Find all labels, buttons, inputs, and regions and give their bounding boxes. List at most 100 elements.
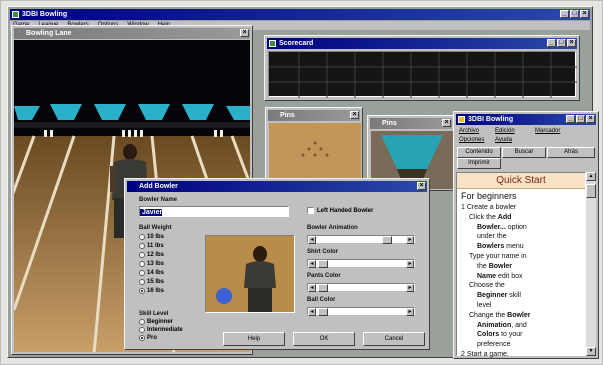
radio-button[interactable] [139, 327, 145, 333]
ball-weight-option[interactable]: 15 lbs [139, 279, 164, 285]
help-step-line: 2 Start a game. [461, 351, 509, 358]
help-contents-button[interactable]: Contenido [457, 147, 501, 158]
scorecard-title-bar[interactable]: Scorecard _ □ × [267, 38, 577, 49]
help-search-button[interactable]: Buscar [502, 147, 546, 158]
help-close-button[interactable]: × [586, 115, 595, 123]
dialog-close-button[interactable]: × [417, 182, 426, 190]
help-line-text: Type your name in [469, 253, 527, 260]
help-menu-opciones[interactable]: Opciones [459, 136, 484, 145]
minimize-button[interactable]: _ [560, 10, 569, 18]
ok-button[interactable]: OK [293, 332, 355, 346]
ball-weight-option-label: 14 lbs [147, 270, 165, 276]
ball-left-arrow[interactable]: ◂ [308, 308, 316, 316]
bowler-name-field[interactable]: Javier [139, 206, 289, 217]
ball-weight-option[interactable]: 11 lbs [139, 243, 164, 249]
scroll-down-arrow[interactable]: ▼ [586, 347, 596, 356]
skill-level-option[interactable]: Pro [139, 335, 157, 341]
scorecard-maximize-button[interactable]: □ [557, 39, 566, 47]
pants-thumb[interactable] [318, 284, 328, 292]
radio-button[interactable] [139, 234, 145, 240]
ball-weight-option[interactable]: 13 lbs [139, 261, 164, 267]
help-minimize-button[interactable]: _ [566, 115, 575, 123]
help-back-button[interactable]: Atrás [547, 147, 595, 158]
ball-weight-option[interactable]: 10 lbs [139, 234, 164, 240]
bowler-name-value: Javier [140, 209, 163, 216]
animation-left-arrow[interactable]: ◂ [308, 236, 316, 244]
shirt-thumb[interactable] [318, 260, 328, 268]
skill-level-option[interactable]: Intermediate [139, 327, 183, 333]
ball-right-arrow[interactable]: ▸ [406, 308, 414, 316]
help-line-text: preference [477, 341, 511, 349]
dialog-title-bar[interactable]: Add Bowler × [127, 181, 427, 192]
help-line-text: Change the [469, 311, 508, 319]
help-line-bold: Name [477, 272, 497, 280]
pants-left-arrow[interactable]: ◂ [308, 284, 316, 292]
pins-left-title-bar[interactable]: Pins × [268, 110, 360, 121]
ball-thumb[interactable] [318, 308, 328, 316]
help-step-line: level [477, 302, 491, 309]
lane-window-title-bar[interactable]: Bowling Lane × [14, 28, 250, 39]
close-button[interactable]: × [580, 10, 589, 18]
pins-left-close-button[interactable]: × [350, 111, 359, 119]
help-line-text: the [477, 262, 489, 270]
ball-weight-option[interactable]: 16 lbs [139, 288, 164, 294]
skill-level-option-label: Intermediate [147, 327, 183, 333]
pins-left-title: Pins [280, 112, 295, 119]
help-menu-edicion[interactable]: Edición [495, 127, 515, 136]
left-handed-checkbox[interactable]: Left Handed Bowler [307, 207, 373, 214]
scroll-up-arrow[interactable]: ▲ [586, 172, 596, 181]
radio-button[interactable] [139, 243, 145, 249]
help-print-button[interactable]: Imprimir [457, 158, 501, 169]
bowler-animation-slider[interactable]: ◂ ▸ [307, 235, 415, 244]
lane-close-button[interactable]: × [240, 29, 249, 37]
help-menu-archivo[interactable]: Archivo [459, 127, 479, 136]
help-menu-ayuda[interactable]: Ayuda [495, 136, 512, 145]
shirt-color-slider[interactable]: ◂ ▸ [307, 259, 415, 268]
help-content-pane: Quick Start For beginners 1 Create a bow… [456, 172, 586, 358]
ball-weight-option[interactable]: 12 lbs [139, 252, 164, 258]
bowler-preview-graphic [206, 236, 294, 312]
help-title-bar[interactable]: 3DBI Bowling _ □ × [456, 114, 596, 125]
help-step-line: Animation, and [477, 322, 527, 329]
radio-button[interactable] [139, 270, 145, 276]
animation-thumb[interactable] [382, 236, 392, 244]
ball-weight-option[interactable]: 14 lbs [139, 270, 164, 276]
help-step-line: Type your name in [469, 253, 527, 260]
help-menu-marcador[interactable]: Marcador [535, 127, 560, 136]
radio-button[interactable] [139, 279, 145, 285]
scorecard-title: Scorecard [279, 40, 314, 47]
radio-button[interactable] [139, 252, 145, 258]
help-step-line: Change the Bowler [469, 312, 531, 319]
pins-right-close-button[interactable]: × [442, 119, 451, 127]
pants-right-arrow[interactable]: ▸ [406, 284, 414, 292]
help-line-text: Click the [469, 213, 498, 221]
main-title-bar[interactable]: 3DBI Bowling _ □ × [10, 9, 590, 20]
pins-right-title-bar[interactable]: Pins × [370, 118, 452, 129]
help-step-line: Click the Add [469, 214, 511, 221]
radio-button[interactable] [139, 288, 145, 294]
scorecard-close-button[interactable]: × [567, 39, 576, 47]
animation-right-arrow[interactable]: ▸ [406, 236, 414, 244]
radio-button[interactable] [139, 335, 145, 341]
skill-level-option[interactable]: Beginner [139, 319, 173, 325]
cancel-button[interactable]: Cancel [363, 332, 425, 346]
radio-button[interactable] [139, 319, 145, 325]
shirt-left-arrow[interactable]: ◂ [308, 260, 316, 268]
help-scrollbar[interactable]: ▲ ▼ [586, 172, 596, 356]
maximize-button[interactable]: □ [570, 10, 579, 18]
ball-color-slider[interactable]: ◂ ▸ [307, 307, 415, 316]
scroll-thumb[interactable] [586, 184, 596, 198]
add-bowler-dialog: Add Bowler × Bowler Name Javier Left Han… [124, 178, 430, 350]
help-line-text: 1 Create a bowler [461, 204, 517, 211]
radio-button[interactable] [139, 261, 145, 267]
shirt-right-arrow[interactable]: ▸ [406, 260, 414, 268]
scorecard-minimize-button[interactable]: _ [547, 39, 556, 47]
help-subheading: For beginners [461, 191, 517, 201]
help-book-icon [458, 116, 465, 123]
help-maximize-button[interactable]: □ [576, 115, 585, 123]
left-handed-check[interactable] [307, 207, 314, 214]
help-line-bold: Beginner [477, 292, 508, 300]
desktop-screen: 3DBI Bowling _ □ × Game League Bowlers O… [0, 0, 603, 365]
pants-color-slider[interactable]: ◂ ▸ [307, 283, 415, 292]
help-button[interactable]: Help [223, 332, 285, 346]
